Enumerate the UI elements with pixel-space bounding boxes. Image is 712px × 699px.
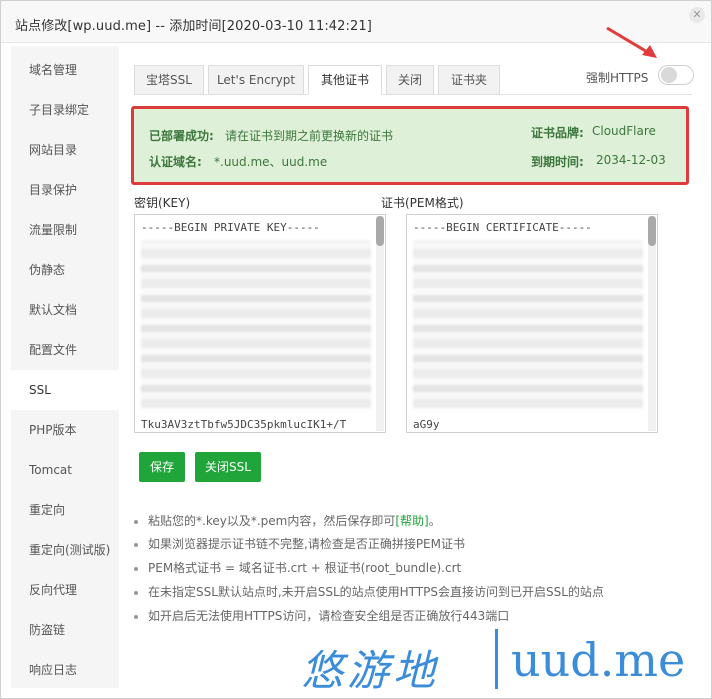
cert-info-panel: 已部署成功: 请在证书到期之前更换新的证书 认证域名: *.uud.me、uud… <box>131 106 689 185</box>
sidebar-item-subdir[interactable]: 子目录绑定 <box>11 90 119 130</box>
tab-close[interactable]: 关闭 <box>386 65 434 95</box>
sidebar-item-dir-protect[interactable]: 目录保护 <box>11 170 119 210</box>
note-item: 在未指定SSL默认站点时,未开启SSL的站点使用HTTPS会直接访问到已开启SS… <box>134 583 604 600</box>
close-ssl-button[interactable]: 关闭SSL <box>195 452 261 482</box>
save-button[interactable]: 保存 <box>139 452 185 482</box>
brand-value: CloudFlare <box>592 124 656 138</box>
close-icon[interactable]: ✕ <box>689 7 705 23</box>
note-text: 粘贴您的*.key以及*.pem内容，然后保存即可 <box>148 514 396 528</box>
tab-cert-folder[interactable]: 证书夹 <box>438 65 500 95</box>
sidebar-item-hotlink[interactable]: 防盗链 <box>11 610 119 650</box>
note-text: 在未指定SSL默认站点时,未开启SSL的站点使用HTTPS会直接访问到已开启SS… <box>148 585 604 599</box>
expire-label: 到期时间: <box>531 155 584 169</box>
key-redacted-content <box>141 241 371 408</box>
domain-value: *.uud.me、uud.me <box>214 155 328 169</box>
deployed-text: 请在证书到期之前更换新的证书 <box>225 129 394 143</box>
sidebar-item-config-file[interactable]: 配置文件 <box>11 330 119 370</box>
sidebar-item-domain[interactable]: 域名管理 <box>11 50 119 90</box>
key-label: 密钥(KEY) <box>134 196 191 210</box>
bullet-icon <box>134 566 138 571</box>
toggle-knob <box>661 67 677 83</box>
sidebar-item-ssl[interactable]: SSL <box>11 370 119 410</box>
note-item: 如果浏览器提示证书链不完整,请检查是否正确拼接PEM证书 <box>134 535 465 552</box>
sidebar-item-redirect[interactable]: 重定向 <box>11 490 119 530</box>
key-last-line: Tku3AV3ztTbfw5JDC35pkmlucIK1+/T <box>141 418 347 431</box>
sidebar-item-site-dir[interactable]: 网站目录 <box>11 130 119 170</box>
bullet-icon <box>134 519 138 524</box>
sidebar-item-tomcat[interactable]: Tomcat <box>11 450 119 490</box>
sidebar-item-traffic-limit[interactable]: 流量限制 <box>11 210 119 250</box>
certificate-textarea[interactable]: -----BEGIN CERTIFICATE----- aG9y <box>406 214 658 433</box>
deployed-label: 已部署成功: <box>149 129 214 143</box>
key-scrollbar[interactable] <box>376 216 384 431</box>
watermark-en: uud.me <box>511 633 686 687</box>
cert-redacted-content <box>413 241 643 408</box>
sidebar-item-rewrite[interactable]: 伪静态 <box>11 250 119 290</box>
tab-bt-ssl[interactable]: 宝塔SSL <box>134 65 204 95</box>
key-first-line: -----BEGIN PRIVATE KEY----- <box>141 221 320 234</box>
settings-sidebar: 域名管理 子目录绑定 网站目录 目录保护 流量限制 伪静态 默认文档 配置文件 … <box>11 46 119 688</box>
domain-label: 认证域名: <box>149 155 202 169</box>
note-tail: 。 <box>428 514 441 528</box>
brand-label: 证书品牌: <box>531 126 584 140</box>
help-link[interactable]: [帮助] <box>395 514 428 528</box>
tab-other-cert[interactable]: 其他证书 <box>308 65 382 95</box>
cert-scroll-thumb[interactable] <box>648 216 656 246</box>
note-text: 如开启后无法使用HTTPS访问，请检查安全组是否正确放行443端口 <box>148 609 510 623</box>
note-text: PEM格式证书 = 域名证书.crt + 根证书(root_bundle).cr… <box>148 561 462 575</box>
force-https-label: 强制HTTPS <box>586 71 649 85</box>
bullet-icon <box>134 590 138 595</box>
tab-lets-encrypt[interactable]: Let's Encrypt <box>208 65 304 95</box>
sidebar-item-redirect-beta[interactable]: 重定向(测试版) <box>11 530 119 570</box>
watermark-divider <box>495 629 498 689</box>
bullet-icon <box>134 542 138 547</box>
cert-first-line: -----BEGIN CERTIFICATE----- <box>413 221 592 234</box>
note-item: PEM格式证书 = 域名证书.crt + 根证书(root_bundle).cr… <box>134 559 461 576</box>
sidebar-item-response-log[interactable]: 响应日志 <box>11 650 119 690</box>
cert-scrollbar[interactable] <box>648 216 656 431</box>
dialog-title: 站点修改[wp.uud.me] -- 添加时间[2020-03-10 11:42… <box>15 19 372 34</box>
note-text: 如果浏览器提示证书链不完整,请检查是否正确拼接PEM证书 <box>148 537 465 551</box>
key-scroll-thumb[interactable] <box>376 216 384 246</box>
sidebar-item-php-version[interactable]: PHP版本 <box>11 410 119 450</box>
force-https-toggle[interactable] <box>658 65 694 85</box>
expire-value: 2034-12-03 <box>596 153 666 167</box>
note-item: 粘贴您的*.key以及*.pem内容，然后保存即可[帮助]。 <box>134 512 441 529</box>
sidebar-item-reverse-proxy[interactable]: 反向代理 <box>11 570 119 610</box>
sidebar-item-default-doc[interactable]: 默认文档 <box>11 290 119 330</box>
cert-label: 证书(PEM格式) <box>381 196 464 210</box>
cert-last-line: aG9y <box>413 418 440 431</box>
note-item: 如开启后无法使用HTTPS访问，请检查安全组是否正确放行443端口 <box>134 607 509 624</box>
red-arrow-icon <box>606 26 657 58</box>
bullet-icon <box>134 614 138 619</box>
site-edit-dialog: 站点修改[wp.uud.me] -- 添加时间[2020-03-10 11:42… <box>0 0 712 699</box>
private-key-textarea[interactable]: -----BEGIN PRIVATE KEY----- Tku3AV3ztTbf… <box>134 214 386 433</box>
watermark-cn: 悠游地 <box>301 646 440 695</box>
